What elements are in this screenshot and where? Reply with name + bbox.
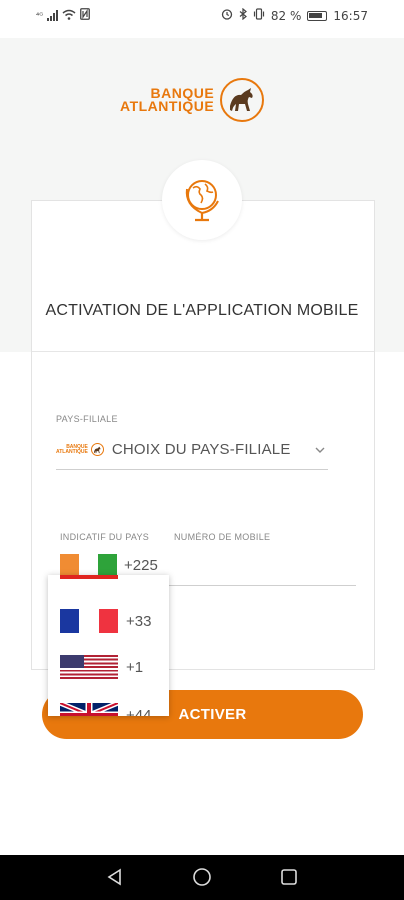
country-select-value: CHOIX DU PAYS-FILIALE: [111, 441, 291, 458]
select-bank-logo: BANQUE ATLANTIQUE: [56, 443, 104, 456]
country-label: PAYS-FILIALE: [56, 414, 118, 424]
country-select[interactable]: BANQUE ATLANTIQUE CHOIX DU PAYS-FILIALE: [56, 430, 328, 470]
dial-code-dropdown: +33 +1 +44: [48, 575, 169, 716]
page-title: ACTIVATION DE L'APPLICATION MOBILE: [45, 302, 359, 319]
select-logo-text: BANQUE ATLANTIQUE: [56, 444, 88, 455]
navigation-bar: [0, 855, 404, 900]
nfc-icon: [80, 8, 91, 23]
status-right: 82 % 16:57: [221, 7, 368, 23]
network-type: ⁴ᴳ: [36, 11, 44, 20]
battery-percent: 82 %: [270, 8, 302, 23]
recents-icon[interactable]: [279, 867, 299, 892]
signal-icon: [47, 10, 59, 21]
usa-flag-icon: [60, 655, 118, 679]
ivory-coast-flag-icon: [60, 554, 118, 576]
bluetooth-icon: [239, 7, 247, 23]
mobile-number-label: NUMÉRO DE MOBILE: [174, 532, 271, 542]
bank-logo: BANQUE ATLANTIQUE: [120, 78, 265, 122]
alarm-icon: [221, 8, 233, 23]
partial-flag-top: [60, 575, 118, 579]
chevron-down-icon: [314, 442, 326, 460]
horse-icon: [220, 78, 265, 122]
globe-icon: [185, 180, 219, 222]
dropdown-option-france[interactable]: +33: [60, 609, 151, 633]
dropdown-option-usa[interactable]: +1: [60, 655, 143, 679]
dropdown-option-uk[interactable]: +44: [60, 703, 151, 716]
home-icon[interactable]: [192, 867, 212, 892]
back-icon[interactable]: [105, 867, 125, 892]
dial-code-value[interactable]: +225: [124, 557, 158, 574]
battery-icon: [307, 10, 328, 21]
dropdown-option-code: +33: [126, 612, 152, 630]
dial-code-label: INDICATIF DU PAYS: [60, 532, 150, 542]
logo-text: BANQUE ATLANTIQUE: [120, 86, 215, 114]
dropdown-option-code: +44: [126, 706, 152, 717]
logo-line-2: ATLANTIQUE: [120, 98, 215, 114]
horse-icon: [90, 443, 104, 456]
vibrate-icon: [253, 8, 265, 23]
card-divider: [32, 351, 374, 352]
status-left: ⁴ᴳ: [36, 8, 91, 23]
wifi-icon: [62, 9, 76, 23]
select-logo-line-2: ATLANTIQUE: [56, 448, 88, 455]
uk-flag-icon: [60, 703, 118, 716]
globe-badge: [162, 160, 242, 240]
clock: 16:57: [333, 8, 368, 23]
dropdown-option-code: +1: [126, 658, 144, 676]
france-flag-icon: [60, 609, 118, 633]
status-bar: ⁴ᴳ 82 % 16:57: [0, 0, 404, 32]
